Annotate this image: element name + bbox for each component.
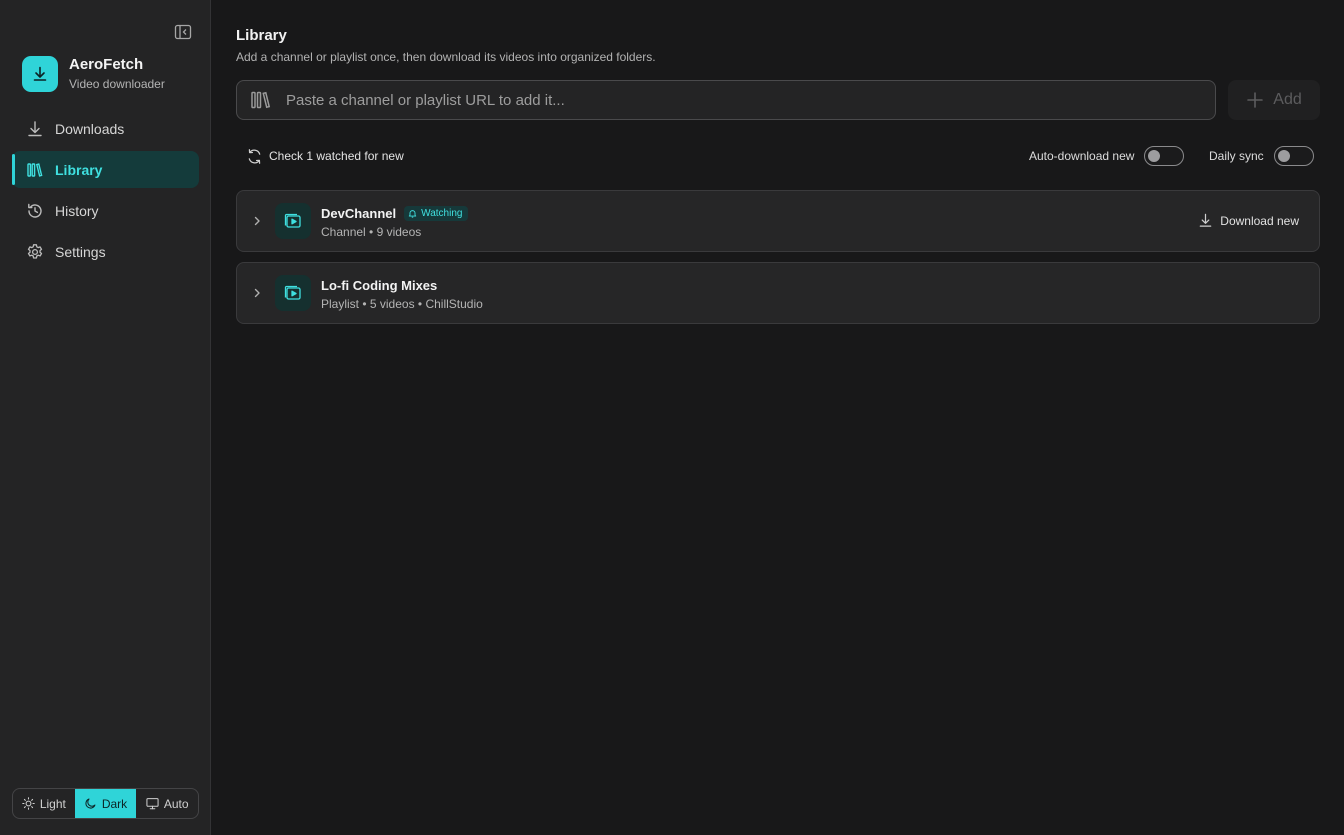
page-subtitle: Add a channel or playlist once, then dow… xyxy=(236,50,656,64)
daily-sync-label: Daily sync xyxy=(1209,149,1264,163)
check-watched-button[interactable]: Check 1 watched for new xyxy=(246,146,404,166)
item-meta: Channel • 9 videos xyxy=(321,225,422,239)
moon-icon xyxy=(84,797,97,810)
daily-sync-toggle[interactable] xyxy=(1273,146,1314,166)
download-icon xyxy=(26,120,44,138)
video-collection-icon xyxy=(275,203,311,239)
item-title: Lo-fi Coding Mixes xyxy=(321,278,438,293)
library-item-lofi-coding-mixes[interactable]: Lo-fi Coding Mixes Playlist • 5 videos •… xyxy=(236,262,1320,324)
download-new-button[interactable]: Download new xyxy=(1198,213,1299,228)
sidebar-item-settings[interactable]: Settings xyxy=(12,233,199,270)
watching-badge: Watching xyxy=(404,206,469,221)
item-meta: Playlist • 5 videos • ChillStudio xyxy=(321,297,483,311)
refresh-icon xyxy=(246,148,263,165)
brand: AeroFetch Video downloader xyxy=(22,55,165,92)
app-name: AeroFetch xyxy=(69,56,144,73)
auto-download-label: Auto-download new xyxy=(1029,149,1135,163)
theme-dark-button[interactable]: Dark xyxy=(74,789,137,818)
sidebar-item-label: Settings xyxy=(55,243,106,260)
theme-light-button[interactable]: Light xyxy=(13,789,75,818)
url-input[interactable] xyxy=(286,91,1186,109)
theme-auto-button[interactable]: Auto xyxy=(136,789,198,818)
theme-switcher: Light Dark Auto xyxy=(12,788,199,819)
bell-icon xyxy=(408,209,417,218)
download-new-label: Download new xyxy=(1220,213,1299,228)
add-button-label: Add xyxy=(1273,91,1302,108)
library-icon xyxy=(250,90,272,110)
sidebar-nav: Downloads Library History Settings xyxy=(12,110,199,274)
daily-sync-group: Daily sync xyxy=(1209,146,1314,166)
video-collection-icon xyxy=(275,275,311,311)
theme-light-label: Light xyxy=(39,796,66,811)
auto-download-group: Auto-download new xyxy=(1029,146,1185,166)
library-item-devchannel[interactable]: DevChannel Watching Channel • 9 videos D… xyxy=(236,190,1320,252)
url-field[interactable] xyxy=(236,80,1216,120)
library-toolbar: Check 1 watched for new Auto-download ne… xyxy=(236,146,1320,168)
app-subtitle: Video downloader xyxy=(69,77,165,91)
toggle-knob xyxy=(1148,149,1161,162)
badge-label: Watching xyxy=(421,208,463,219)
chevron-right-icon[interactable] xyxy=(251,215,263,227)
chevron-right-icon[interactable] xyxy=(251,287,263,299)
library-icon xyxy=(26,161,44,179)
check-watched-label: Check 1 watched for new xyxy=(269,149,404,163)
gear-icon xyxy=(26,243,44,261)
theme-dark-label: Dark xyxy=(101,796,128,811)
auto-download-toggle[interactable] xyxy=(1144,146,1185,166)
plus-icon xyxy=(1246,91,1264,109)
download-icon xyxy=(1198,213,1213,228)
logo-download-icon xyxy=(22,55,58,92)
theme-auto-label: Auto xyxy=(163,796,189,811)
sidebar-item-label: History xyxy=(55,202,99,219)
sidebar-item-label: Downloads xyxy=(55,120,125,137)
page-title: Library xyxy=(236,27,287,44)
sidebar-item-history[interactable]: History xyxy=(12,192,199,229)
sidebar-item-library[interactable]: Library xyxy=(12,151,199,188)
toggle-knob xyxy=(1277,149,1290,162)
monitor-icon xyxy=(146,797,159,810)
sidebar-item-label: Library xyxy=(55,161,103,178)
history-icon xyxy=(26,202,44,220)
collapse-sidebar-icon[interactable] xyxy=(174,24,192,40)
item-title: DevChannel xyxy=(321,206,397,221)
sidebar-item-downloads[interactable]: Downloads xyxy=(12,110,199,147)
sidebar: AeroFetch Video downloader Downloads Lib… xyxy=(0,0,211,835)
sun-icon xyxy=(22,797,35,810)
add-button[interactable]: Add xyxy=(1228,80,1320,120)
